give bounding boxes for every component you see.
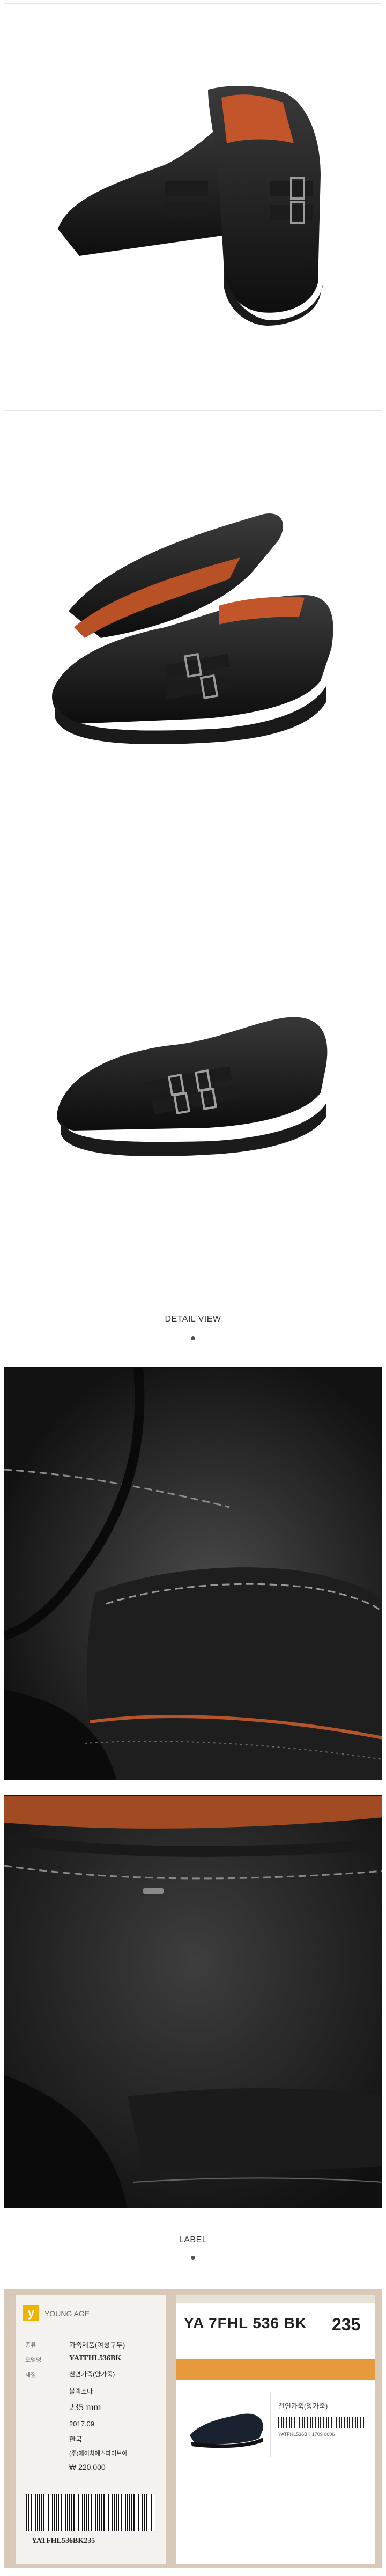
label-origin: 한국 <box>69 2435 82 2443</box>
orange-stripe <box>176 2359 375 2380</box>
detail-photo-1 <box>4 1367 382 1780</box>
label-material: 천연가죽(양가죽) <box>278 2402 328 2410</box>
label-line1-key: 종류 <box>25 2342 36 2349</box>
label-line3-key: 재질 <box>25 2372 36 2379</box>
product-thumbnail <box>184 2392 271 2457</box>
label-date: 2017.09 <box>69 2420 94 2428</box>
label-photo: y YOUNG AGE 종류 가죽제품(여성구두) 모델명 YATFHL536B… <box>4 2289 382 2568</box>
detail-image-2 <box>4 1796 382 2208</box>
small-barcode-caption: YATFHL536BK 1709 0606 <box>278 2432 335 2437</box>
size-code: 235 <box>332 2315 361 2334</box>
label-line3-value: 천연가죽(양가죽) <box>69 2370 115 2378</box>
label-title: LABEL <box>179 2235 207 2244</box>
small-barcode <box>278 2417 364 2428</box>
label-line2-value: YATFHL536BK <box>69 2354 122 2362</box>
label-color: 블랙소다 <box>69 2388 93 2395</box>
label-card-right: YA 7FHL 536 BK 235 천연가죽(양가죽) YATFHL536BK… <box>176 2295 375 2564</box>
section-dot <box>191 1336 195 1340</box>
detail-image-1 <box>4 1368 382 1780</box>
label-price: ₩ 220,000 <box>69 2463 106 2471</box>
shoe-image-1 <box>58 86 323 326</box>
brand-logo: y <box>23 2305 39 2321</box>
label-size: 235 mm <box>69 2402 101 2412</box>
label-card-left: y YOUNG AGE 종류 가죽제품(여성구두) 모델명 YATFHL536B… <box>15 2295 166 2564</box>
barcode-text: YATFHL536BK235 <box>32 2537 95 2545</box>
shoe-image-3 <box>57 1017 328 1157</box>
product-photo-1 <box>4 3 382 411</box>
product-photo-3 <box>4 862 382 1269</box>
label-maker: (주)에이치에스파이브아 <box>69 2450 128 2457</box>
detail-photo-2 <box>4 1795 382 2208</box>
barcode <box>26 2494 155 2531</box>
brand-name: YOUNG AGE <box>44 2309 90 2318</box>
label-line2-key: 모델명 <box>25 2357 42 2364</box>
detail-view-title: DETAIL VIEW <box>165 1315 221 1324</box>
product-photo-2 <box>4 434 382 841</box>
model-code: YA 7FHL 536 BK <box>184 2315 307 2331</box>
section-dot <box>191 2256 195 2260</box>
shoe-image-2 <box>52 513 333 744</box>
label-top-stripe <box>176 2295 375 2303</box>
label-line1-value: 가죽제품(여성구두) <box>69 2341 125 2349</box>
